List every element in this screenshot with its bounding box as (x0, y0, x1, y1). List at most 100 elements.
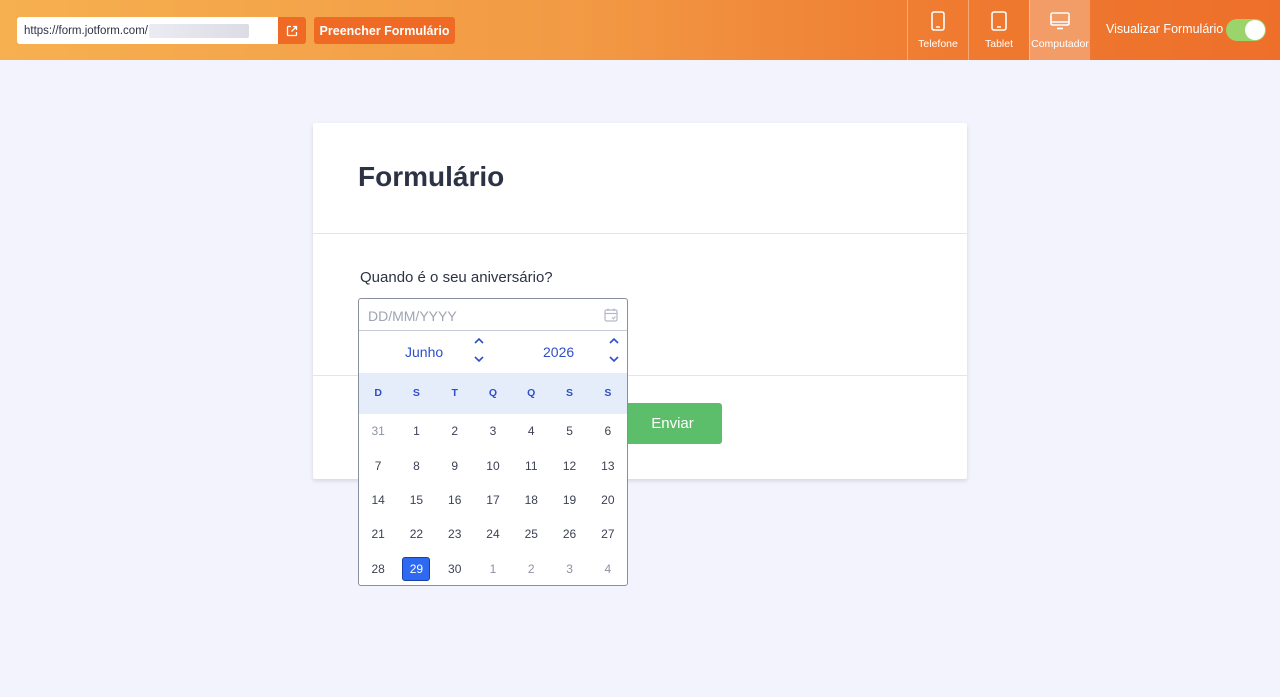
calendar-day-selected[interactable]: 29 (397, 552, 435, 586)
calendar-day[interactable]: 7 (359, 448, 397, 482)
calendar-day-number: 28 (371, 561, 385, 576)
calendar-day[interactable]: 5 (550, 414, 588, 448)
calendar-day-number: 19 (562, 492, 577, 507)
year-label: 2026 (543, 344, 575, 360)
calendar-day-number: 3 (489, 424, 497, 439)
calendar-day[interactable]: 4 (589, 552, 627, 586)
open-link-button[interactable] (278, 17, 306, 44)
device-phone-label: Telefone (918, 38, 958, 50)
calendar-day[interactable]: 20 (589, 483, 627, 517)
form-url-field[interactable]: https://form.jotform.com/ (17, 17, 278, 44)
calendar-day-number: 13 (601, 458, 615, 473)
preview-form-label: Visualizar Formulário (1106, 22, 1224, 36)
calendar-day[interactable]: 11 (512, 448, 550, 482)
calendar-week-row: 14 15 16 17 18 19 20 (359, 483, 627, 517)
calendar-day-number: 23 (448, 527, 462, 542)
device-tablet-label: Tablet (984, 38, 1014, 50)
calendar-day[interactable]: 1 (474, 552, 512, 586)
calendar-week-row: 28 29 30 1 2 3 4 (359, 552, 627, 586)
weekday-label: Q (488, 387, 498, 399)
device-desktop-button[interactable]: Computador (1029, 0, 1090, 60)
calendar-day[interactable]: 3 (474, 414, 512, 448)
calendar-day-number: 10 (486, 458, 500, 473)
calendar-day[interactable]: 21 (359, 517, 397, 551)
calendar-day[interactable]: 8 (397, 448, 435, 482)
calendar-day[interactable]: 27 (589, 517, 627, 551)
calendar-icon[interactable] (604, 308, 618, 322)
calendar-day[interactable]: 23 (436, 517, 474, 551)
calendar-day[interactable]: 16 (436, 483, 474, 517)
calendar-week-row: 7 8 9 10 11 12 13 (359, 448, 627, 482)
calendar-day-number: 27 (601, 527, 615, 542)
calendar-day-number: 5 (566, 424, 573, 439)
calendar-day-number: 1 (413, 424, 420, 439)
calendar-header: Junho 2026 (359, 332, 627, 372)
phone-icon (931, 10, 945, 32)
calendar-day[interactable]: 28 (359, 552, 397, 586)
year-down-chevron-icon[interactable] (607, 353, 621, 365)
calendar-day-number: 7 (374, 458, 382, 473)
form-url-text: https://form.jotform.com/ (24, 24, 148, 37)
calendar-day[interactable]: 18 (512, 483, 550, 517)
weekday-label: D (374, 387, 382, 399)
calendar-day-grid: 31 1 2 3 4 5 6 7 8 9 10 11 12 13 14 15 1… (359, 414, 627, 586)
redacted-url-segment (148, 23, 249, 38)
calendar-day[interactable]: 31 (359, 414, 397, 448)
weekday-label: S (566, 387, 574, 399)
calendar-day-number: 21 (371, 527, 385, 542)
calendar-day-number: 16 (448, 492, 462, 507)
calendar-day-number: 31 (371, 424, 385, 439)
calendar-week-row: 21 22 23 24 25 26 27 (359, 517, 627, 551)
device-tablet-button[interactable]: Tablet (968, 0, 1029, 60)
calendar-day[interactable]: 13 (589, 448, 627, 482)
top-bar: https://form.jotform.com/ Preencher Form… (0, 0, 1280, 60)
calendar-day[interactable]: 3 (550, 552, 588, 586)
calendar-day-number: 29 (402, 556, 431, 581)
calendar-day-number: 8 (413, 458, 420, 473)
calendar-day[interactable]: 6 (589, 414, 627, 448)
weekday-label: T (451, 387, 458, 399)
date-input[interactable]: DD/MM/YYYY (359, 299, 627, 331)
calendar-day[interactable]: 2 (512, 552, 550, 586)
calendar-day-number: 3 (566, 561, 573, 576)
calendar-day[interactable]: 22 (397, 517, 435, 551)
calendar-day[interactable]: 19 (550, 483, 588, 517)
date-placeholder: DD/MM/YYYY (368, 308, 457, 324)
calendar-day[interactable]: 24 (474, 517, 512, 551)
calendar-day[interactable]: 26 (550, 517, 588, 551)
calendar-day[interactable]: 10 (474, 448, 512, 482)
month-label: Junho (405, 344, 444, 360)
month-down-chevron-icon[interactable] (472, 353, 486, 365)
calendar-day-number: 2 (527, 561, 535, 576)
device-phone-button[interactable]: Telefone (907, 0, 968, 60)
calendar-day[interactable]: 17 (474, 483, 512, 517)
calendar-day-number: 12 (562, 458, 577, 473)
calendar-day[interactable]: 14 (359, 483, 397, 517)
month-up-chevron-icon[interactable] (472, 334, 486, 346)
calendar-day[interactable]: 12 (550, 448, 588, 482)
calendar-day[interactable]: 15 (397, 483, 435, 517)
calendar-day[interactable]: 1 (397, 414, 435, 448)
calendar-week-row: 31 1 2 3 4 5 6 (359, 414, 627, 448)
calendar-day-number: 17 (486, 492, 500, 507)
fill-form-button[interactable]: Preencher Formulário (314, 17, 455, 44)
desktop-icon (1050, 10, 1070, 32)
calendar-day-number: 2 (451, 424, 459, 439)
calendar-day[interactable]: 2 (436, 414, 474, 448)
calendar-day[interactable]: 25 (512, 517, 550, 551)
preview-form-toggle[interactable] (1226, 19, 1266, 41)
device-desktop-label: Computador (1031, 38, 1089, 50)
date-picker: DD/MM/YYYY Junho 2026 D S T Q Q S S 31 1… (358, 298, 628, 586)
calendar-day[interactable]: 4 (512, 414, 550, 448)
form-title: Formulário (358, 161, 505, 192)
calendar-day-number: 6 (604, 424, 612, 439)
calendar-day-number: 22 (409, 527, 424, 542)
toggle-knob (1245, 20, 1265, 40)
calendar-day[interactable]: 30 (436, 552, 474, 586)
calendar-day[interactable]: 9 (436, 448, 474, 482)
year-up-chevron-icon[interactable] (607, 334, 621, 346)
calendar-day-number: 15 (409, 492, 424, 507)
weekday-label: S (412, 387, 420, 399)
calendar-day-number: 4 (604, 561, 612, 576)
weekday-header-row: D S T Q Q S S (359, 373, 627, 414)
